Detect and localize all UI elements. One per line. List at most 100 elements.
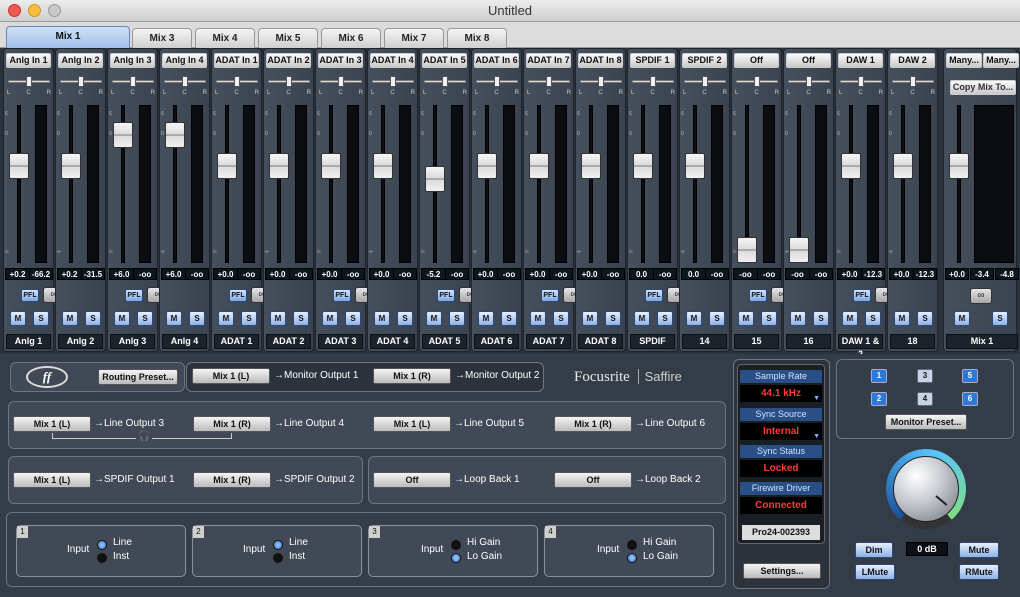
fader-knob[interactable] — [841, 152, 861, 179]
monitor-out-2-button[interactable]: 2 — [871, 392, 887, 406]
input-source-select[interactable]: DAW 1 — [838, 53, 883, 68]
input-source-select[interactable]: ADAT In 8 — [578, 53, 623, 68]
fader-knob[interactable] — [321, 152, 341, 179]
solo-button[interactable]: S — [137, 311, 153, 326]
routing-preset-button[interactable]: Routing Preset... — [98, 369, 178, 385]
fader-knob[interactable] — [373, 152, 393, 179]
mute-button[interactable]: M — [478, 311, 494, 326]
pan-slider[interactable] — [164, 76, 206, 87]
dim-button[interactable]: Dim — [855, 542, 893, 558]
tab-mix-3[interactable]: Mix 3 — [132, 28, 192, 48]
input-source-select[interactable]: ADAT In 4 — [370, 53, 415, 68]
mute-button[interactable]: M — [218, 311, 234, 326]
master-right-source-select[interactable]: Many... — [983, 53, 1019, 68]
master-fader-knob[interactable] — [949, 152, 969, 179]
pfl-button[interactable]: PFL — [437, 289, 455, 302]
solo-button[interactable]: S — [189, 311, 205, 326]
pan-knob[interactable] — [650, 76, 656, 87]
fader-knob[interactable] — [9, 152, 29, 179]
pan-slider[interactable] — [424, 76, 466, 87]
pan-slider[interactable] — [216, 76, 258, 87]
pan-slider[interactable] — [632, 76, 674, 87]
solo-button[interactable]: S — [865, 311, 881, 326]
input-source-select[interactable]: SPDIF 1 — [630, 53, 675, 68]
monitor-out-2-source[interactable]: Mix 1 (R) — [373, 368, 451, 384]
close-window-icon[interactable] — [8, 4, 21, 17]
solo-button[interactable]: S — [917, 311, 933, 326]
monitor-out-6-button[interactable]: 6 — [962, 392, 978, 406]
pan-slider[interactable] — [580, 76, 622, 87]
solo-button[interactable]: S — [293, 311, 309, 326]
mute-button[interactable]: M — [426, 311, 442, 326]
pan-slider[interactable] — [736, 76, 778, 87]
input-source-select[interactable]: ADAT In 6 — [474, 53, 519, 68]
tab-mix-8[interactable]: Mix 8 — [447, 28, 507, 48]
pan-knob[interactable] — [494, 76, 500, 87]
solo-button[interactable]: S — [85, 311, 101, 326]
mute-button[interactable]: M — [270, 311, 286, 326]
option-1-radio[interactable] — [97, 540, 107, 550]
solo-button[interactable]: S — [449, 311, 465, 326]
option-2-radio[interactable] — [273, 553, 283, 563]
pan-slider[interactable] — [60, 76, 102, 87]
option-1-radio[interactable] — [627, 540, 637, 550]
solo-button[interactable]: S — [605, 311, 621, 326]
pfl-button[interactable]: PFL — [229, 289, 247, 302]
fader-knob[interactable] — [269, 152, 289, 179]
solo-button[interactable]: S — [501, 311, 517, 326]
monitor-out-1-button[interactable]: 1 — [871, 369, 887, 383]
pfl-button[interactable]: PFL — [125, 289, 143, 302]
pan-slider[interactable] — [268, 76, 310, 87]
tab-mix-6[interactable]: Mix 6 — [321, 28, 381, 48]
option-1-radio[interactable] — [451, 540, 461, 550]
pan-slider[interactable] — [840, 76, 882, 87]
solo-button[interactable]: S — [657, 311, 673, 326]
fader-knob[interactable] — [217, 152, 237, 179]
input-source-select[interactable]: ADAT In 2 — [266, 53, 311, 68]
pan-knob[interactable] — [78, 76, 84, 87]
option-2-radio[interactable] — [451, 553, 461, 563]
mute-button[interactable]: M — [582, 311, 598, 326]
tab-mix-7[interactable]: Mix 7 — [384, 28, 444, 48]
pan-knob[interactable] — [910, 76, 916, 87]
fader-knob[interactable] — [737, 237, 757, 263]
loopback-1-source[interactable]: Off — [373, 472, 451, 488]
right-mute-button[interactable]: RMute — [959, 564, 999, 580]
left-mute-button[interactable]: LMute — [855, 564, 895, 580]
copy-mix-button[interactable]: Copy Mix To... — [950, 80, 1016, 95]
solo-button[interactable]: S — [709, 311, 725, 326]
monitor-out-5-button[interactable]: 5 — [962, 369, 978, 383]
pan-knob[interactable] — [598, 76, 604, 87]
line-out-5-source[interactable]: Mix 1 (L) — [373, 416, 451, 432]
pfl-button[interactable]: PFL — [541, 289, 559, 302]
spdif-out-2-source[interactable]: Mix 1 (R) — [193, 472, 271, 488]
mute-button[interactable]: M — [374, 311, 390, 326]
mute-button[interactable]: M — [114, 311, 130, 326]
pan-slider[interactable] — [892, 76, 934, 87]
fader-knob[interactable] — [165, 122, 185, 149]
minimize-window-icon[interactable] — [28, 4, 41, 17]
mute-button[interactable]: M — [894, 311, 910, 326]
input-source-select[interactable]: ADAT In 3 — [318, 53, 363, 68]
input-source-select[interactable]: ADAT In 7 — [526, 53, 571, 68]
master-mute-button[interactable]: M — [954, 311, 970, 326]
mute-button[interactable]: M — [62, 311, 78, 326]
settings-button[interactable]: Settings... — [743, 563, 821, 579]
line-out-3-source[interactable]: Mix 1 (L) — [13, 416, 91, 432]
pan-slider[interactable] — [8, 76, 50, 87]
monitor-out-4-button[interactable]: 4 — [917, 392, 933, 406]
pan-slider[interactable] — [476, 76, 518, 87]
mute-button[interactable]: M — [738, 311, 754, 326]
master-solo-button[interactable]: S — [992, 311, 1008, 326]
mute-button[interactable]: M — [842, 311, 858, 326]
solo-button[interactable]: S — [553, 311, 569, 326]
pan-slider[interactable] — [320, 76, 362, 87]
input-source-select[interactable]: Off — [734, 53, 779, 68]
input-source-select[interactable]: ADAT In 1 — [214, 53, 259, 68]
pan-knob[interactable] — [182, 76, 188, 87]
pfl-button[interactable]: PFL — [645, 289, 663, 302]
pan-knob[interactable] — [234, 76, 240, 87]
solo-button[interactable]: S — [241, 311, 257, 326]
sample-rate-select[interactable]: 44.1 kHz ▼ — [740, 385, 822, 402]
line-out-4-source[interactable]: Mix 1 (R) — [193, 416, 271, 432]
